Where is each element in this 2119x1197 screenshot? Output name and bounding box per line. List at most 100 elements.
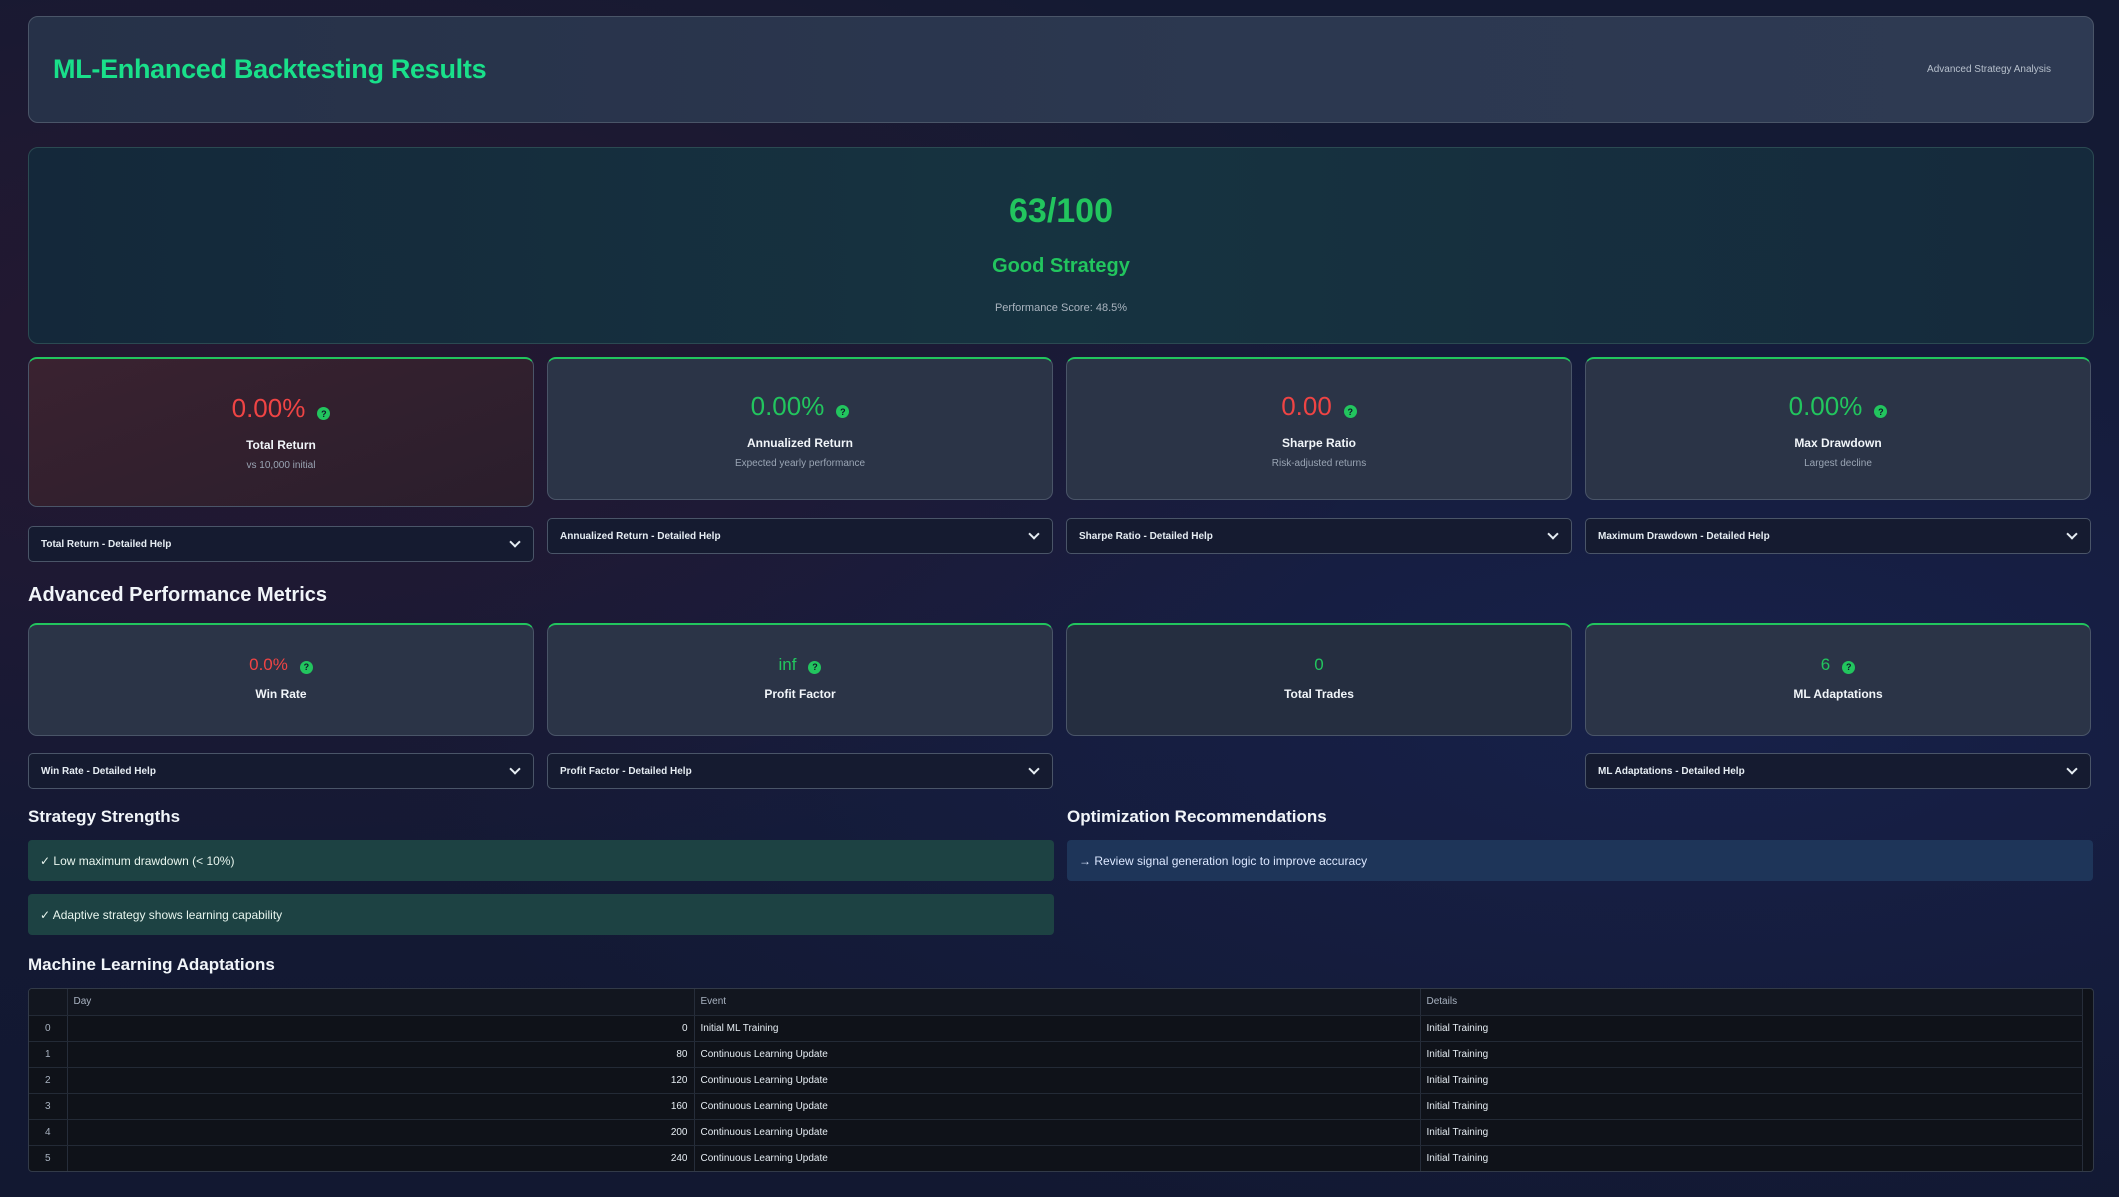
metric-card-win-rate: 0.0% ? Win Rate: [28, 623, 534, 736]
expander-label: Annualized Return - Detailed Help: [560, 530, 721, 542]
help-icon[interactable]: ?: [1842, 660, 1856, 674]
index-column-header[interactable]: [29, 989, 68, 1016]
expander-label: Win Rate - Detailed Help: [41, 765, 156, 777]
profit-factor-help-expander[interactable]: Profit Factor - Detailed Help: [547, 753, 1053, 789]
total-return-help-expander[interactable]: Total Return - Detailed Help: [28, 526, 534, 562]
score-value: 63/100: [1009, 192, 1113, 230]
row-index: 3: [29, 1093, 68, 1120]
event-cell: Continuous Learning Update: [694, 1041, 1421, 1068]
metric-value: 6: [1820, 655, 1831, 674]
day-cell: 120: [67, 1067, 695, 1094]
event-column-header[interactable]: Event: [694, 989, 1421, 1016]
metric-value: inf: [778, 655, 797, 674]
details-cell: Initial Training: [1420, 1067, 2083, 1094]
recommendation-item: → Review signal generation logic to impr…: [1067, 840, 2093, 881]
metric-name: Annualized Return: [746, 436, 853, 450]
details-cell: Initial Training: [1420, 1093, 2083, 1120]
metric-description: Largest decline: [1804, 458, 1872, 469]
sharpe-ratio-help-expander[interactable]: Sharpe Ratio - Detailed Help: [1066, 518, 1572, 554]
score-label: Good Strategy: [992, 255, 1130, 277]
metric-name: Sharpe Ratio: [1281, 436, 1356, 450]
event-cell: Continuous Learning Update: [694, 1145, 1421, 1171]
expander-label: Profit Factor - Detailed Help: [560, 765, 692, 777]
day-cell: 240: [67, 1145, 695, 1171]
metric-card-max-drawdown: 0.00% ? Max Drawdown Largest decline: [1585, 357, 2091, 500]
chevron-down-icon: [509, 763, 521, 775]
annualized-return-help-expander[interactable]: Annualized Return - Detailed Help: [547, 518, 1053, 554]
help-icon[interactable]: ?: [836, 405, 850, 418]
metric-value: 0: [1314, 655, 1324, 674]
table-row[interactable]: 0 0 Initial ML Training Initial Training: [29, 1015, 2083, 1042]
details-cell: Initial Training: [1420, 1015, 2083, 1042]
strength-item: ✓ Adaptive strategy shows learning capab…: [28, 894, 1054, 935]
help-icon[interactable]: ?: [299, 660, 313, 674]
row-index: 2: [29, 1067, 68, 1094]
optimization-recommendations: Optimization Recommendations → Review si…: [1067, 807, 2093, 935]
event-cell: Continuous Learning Update: [694, 1093, 1421, 1120]
ml-adaptations-table[interactable]: Day Event Details 0 0 Initial ML Trainin…: [28, 988, 2094, 1172]
win-rate-help-expander[interactable]: Win Rate - Detailed Help: [28, 753, 534, 789]
recommendations-heading: Optimization Recommendations: [1067, 807, 1327, 826]
day-cell: 200: [67, 1119, 695, 1146]
metric-name: Total Return: [246, 438, 316, 452]
metric-column-win-rate: 0.0% ? Win Rate Win Rate - Detailed Help: [28, 623, 534, 789]
metric-value: 0.0%: [249, 655, 288, 674]
expander-label: ML Adaptations - Detailed Help: [1598, 765, 1745, 777]
metric-card-annualized-return: 0.00% ? Annualized Return Expected yearl…: [547, 357, 1053, 500]
table-row[interactable]: 2 120 Continuous Learning Update Initial…: [29, 1067, 2083, 1094]
primary-metrics-row: 0.00% ? Total Return vs 10,000 initial T…: [28, 357, 2094, 562]
ml-adaptations-help-expander[interactable]: ML Adaptations - Detailed Help: [1585, 753, 2091, 789]
table-row[interactable]: 1 80 Continuous Learning Update Initial …: [29, 1041, 2083, 1068]
page-title: ML-Enhanced Backtesting Results: [53, 54, 487, 84]
chevron-down-icon: [2066, 528, 2078, 540]
metric-value: 0.00%: [750, 391, 825, 421]
event-cell: Initial ML Training: [694, 1015, 1421, 1042]
metric-card-profit-factor: inf ? Profit Factor: [547, 623, 1053, 736]
chevron-down-icon: [1547, 528, 1559, 540]
help-icon[interactable]: ?: [1874, 405, 1888, 418]
row-index: 5: [29, 1145, 68, 1171]
day-column-header[interactable]: Day: [67, 989, 695, 1016]
expander-label: Sharpe Ratio - Detailed Help: [1079, 530, 1213, 542]
ml-adaptations-heading: Machine Learning Adaptations: [28, 955, 275, 974]
metric-value: 0.00%: [1788, 391, 1863, 421]
app-root: ML-Enhanced Backtesting Results Advanced…: [28, 16, 2094, 1172]
details-column-header[interactable]: Details: [1420, 989, 2083, 1016]
max-drawdown-help-expander[interactable]: Maximum Drawdown - Detailed Help: [1585, 518, 2091, 554]
table-row[interactable]: 3 160 Continuous Learning Update Initial…: [29, 1093, 2083, 1120]
metric-column-sharpe-ratio: 0.00 ? Sharpe Ratio Risk-adjusted return…: [1066, 357, 1572, 562]
advanced-metrics-heading: Advanced Performance Metrics: [28, 584, 328, 606]
help-icon[interactable]: ?: [808, 660, 822, 674]
row-index: 4: [29, 1119, 68, 1146]
event-cell: Continuous Learning Update: [694, 1119, 1421, 1146]
event-cell: Continuous Learning Update: [694, 1067, 1421, 1094]
metric-column-profit-factor: inf ? Profit Factor Profit Factor - Deta…: [547, 623, 1053, 789]
help-icon[interactable]: ?: [317, 407, 331, 420]
metric-column-total-return: 0.00% ? Total Return vs 10,000 initial T…: [28, 357, 534, 562]
metric-description: Risk-adjusted returns: [1271, 458, 1367, 469]
metric-name: Win Rate: [255, 687, 307, 701]
strategy-strengths: Strategy Strengths ✓ Low maximum drawdow…: [28, 807, 1054, 935]
chevron-down-icon: [2066, 763, 2078, 775]
chevron-down-icon: [1028, 763, 1040, 775]
metric-column-ml-adaptations: 6 ? ML Adaptations ML Adaptations - Deta…: [1585, 623, 2091, 789]
table-row[interactable]: 4 200 Continuous Learning Update Initial…: [29, 1119, 2083, 1146]
details-cell: Initial Training: [1420, 1145, 2083, 1171]
metric-card-total-return: 0.00% ? Total Return vs 10,000 initial: [28, 357, 534, 507]
details-cell: Initial Training: [1420, 1119, 2083, 1146]
metric-column-max-drawdown: 0.00% ? Max Drawdown Largest decline Max…: [1585, 357, 2091, 562]
metric-column-annualized-return: 0.00% ? Annualized Return Expected yearl…: [547, 357, 1053, 562]
row-index: 0: [29, 1015, 68, 1042]
metric-description: Expected yearly performance: [734, 458, 866, 469]
metric-card-total-trades: 0 Total Trades: [1066, 623, 1572, 736]
metric-card-ml-adaptations: 6 ? ML Adaptations: [1585, 623, 2091, 736]
day-cell: 80: [67, 1041, 695, 1068]
help-icon[interactable]: ?: [1343, 405, 1357, 418]
details-cell: Initial Training: [1420, 1041, 2083, 1068]
page-header: ML-Enhanced Backtesting Results Advanced…: [28, 16, 2094, 123]
metric-name: Max Drawdown: [1794, 436, 1882, 450]
table-row[interactable]: 5 240 Continuous Learning Update Initial…: [29, 1145, 2083, 1171]
strategy-score-panel: 63/100 Good Strategy Performance Score: …: [28, 147, 2094, 344]
table-header-row: Day Event Details: [29, 989, 2083, 1016]
strengths-heading: Strategy Strengths: [28, 807, 181, 826]
